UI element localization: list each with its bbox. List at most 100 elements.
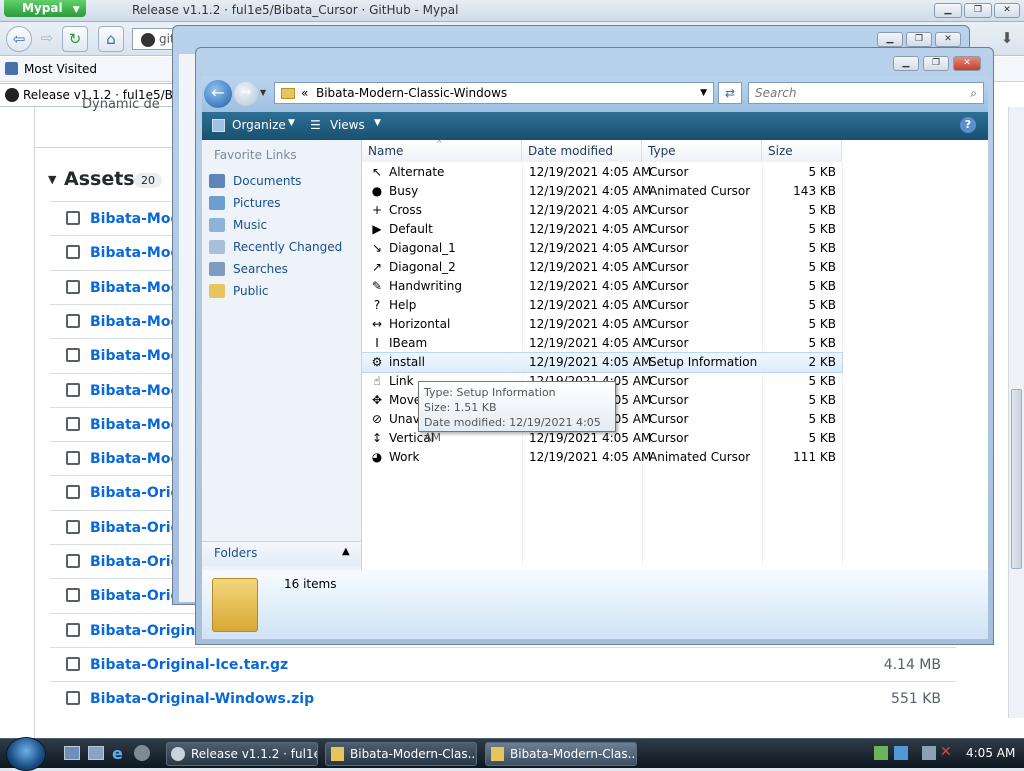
- refresh-button[interactable]: ⇄: [718, 82, 742, 104]
- folders-bar[interactable]: Folders ▲: [202, 541, 361, 566]
- internet-explorer-icon[interactable]: e: [112, 744, 123, 763]
- file-size: 5 KB: [808, 279, 836, 293]
- file-row[interactable]: ● Busy 12/19/2021 4:05 AM Animated Cursor 14…: [362, 182, 842, 201]
- file-row[interactable]: ↔ Horizontal 12/19/2021 4:05 AM Cursor 5 KB: [362, 315, 842, 334]
- file-row[interactable]: ? Help 12/19/2021 4:05 AM Cursor 5 KB: [362, 296, 842, 315]
- taskbar-button[interactable]: Release v1.1.2 · ful1e...: [166, 742, 318, 766]
- file-date: 12/19/2021 4:05 AM: [529, 279, 652, 293]
- home-button[interactable]: ⌂: [98, 26, 124, 52]
- address-path[interactable]: « Bibata-Modern-Classic-Windows ▼: [274, 82, 714, 104]
- file-row[interactable]: ↖ Alternate 12/19/2021 4:05 AM Cursor 5 KB: [362, 163, 842, 182]
- reload-button[interactable]: ↻: [62, 26, 88, 52]
- package-icon: [66, 622, 80, 637]
- asset-name[interactable]: Bibata-Original: [90, 623, 210, 639]
- asset-name[interactable]: Bibata-Mod: [90, 451, 180, 467]
- forward-button[interactable]: ⇨: [34, 26, 60, 52]
- asset-name[interactable]: Bibata-Mod: [90, 348, 180, 364]
- file-date: 12/19/2021 4:05 AM: [529, 203, 652, 217]
- nav-link-recently-changed[interactable]: Recently Changed: [209, 238, 342, 258]
- tray-icon[interactable]: [874, 746, 888, 760]
- asset-name[interactable]: Bibata-Mod: [90, 245, 180, 261]
- assets-heading[interactable]: Assets: [64, 168, 135, 190]
- tooltip-date: Date modified: 12/19/2021 4:05 AM: [424, 416, 601, 444]
- back-button[interactable]: ⇦: [6, 26, 32, 52]
- package-icon: [66, 656, 80, 671]
- nav-link-music[interactable]: Music: [209, 216, 267, 236]
- close-button[interactable]: ✕: [994, 3, 1020, 18]
- forward-button[interactable]: →: [234, 82, 258, 106]
- app-menu-button[interactable]: Mypal ▼: [4, 0, 86, 17]
- window-title: Release v1.1.2 · ful1e5/Bibata_Cursor · …: [132, 3, 459, 17]
- search-input[interactable]: Search ⌕: [748, 82, 984, 104]
- volume-muted-icon[interactable]: ✕: [940, 744, 952, 760]
- download-icon[interactable]: ⬇: [994, 26, 1020, 52]
- asset-name[interactable]: Bibata-Mod: [90, 383, 180, 399]
- file-row[interactable]: ✎ Handwriting 12/19/2021 4:05 AM Cursor 5 KB: [362, 277, 842, 296]
- chevron-down-icon[interactable]: ▼: [260, 88, 266, 97]
- back-button[interactable]: ←: [204, 80, 232, 108]
- asset-name[interactable]: Bibata-Mod: [90, 417, 180, 433]
- scrollbar-thumb[interactable]: [1011, 389, 1022, 569]
- file-name: Diagonal_1: [389, 241, 456, 255]
- chevron-up-icon[interactable]: ▲: [342, 546, 350, 557]
- nav-link-searches[interactable]: Searches: [209, 260, 288, 280]
- organize-button[interactable]: Organize: [232, 118, 286, 132]
- asset-row[interactable]: Bibata-Original-Windows.zip 551 KB: [50, 681, 956, 716]
- taskbar-button-label: Bibata-Modern-Clas...: [350, 747, 477, 761]
- searches-icon: [209, 262, 225, 276]
- explorer-window: ▁ ❐ ✕ ← → ▼ « Bibata-Modern-Classic-Wind…: [195, 47, 994, 645]
- close-button[interactable]: ✕: [935, 32, 961, 47]
- column-header-date[interactable]: Date modified: [522, 140, 642, 162]
- asset-name[interactable]: Bibata-Mod: [90, 211, 180, 227]
- explorer-body: ← → ▼ « Bibata-Modern-Classic-Windows ▼ …: [202, 76, 988, 639]
- file-row[interactable]: ↗ Diagonal_2 12/19/2021 4:05 AM Cursor 5 KB: [362, 258, 842, 277]
- show-desktop-icon[interactable]: [64, 746, 80, 760]
- file-row[interactable]: ↘ Diagonal_1 12/19/2021 4:05 AM Cursor 5 KB: [362, 239, 842, 258]
- nav-link-documents[interactable]: Documents: [209, 172, 301, 192]
- maximize-button[interactable]: ❐: [964, 3, 992, 18]
- maximize-button[interactable]: ❐: [923, 56, 949, 71]
- file-type: Cursor: [649, 279, 689, 293]
- file-size: 5 KB: [808, 241, 836, 255]
- quick-launch-icon[interactable]: [134, 745, 150, 761]
- minimize-button[interactable]: ▁: [893, 56, 919, 71]
- asset-name[interactable]: Bibata-Original-Ice.tar.gz: [90, 657, 288, 673]
- caret-down-icon[interactable]: ▼: [48, 173, 56, 186]
- nav-link-pictures[interactable]: Pictures: [209, 194, 281, 214]
- asset-name[interactable]: Bibata-Mod: [90, 280, 180, 296]
- chevron-down-icon[interactable]: ▼: [374, 118, 381, 128]
- bookmark-most-visited[interactable]: Most Visited: [24, 62, 97, 76]
- minimize-button[interactable]: ▁: [934, 3, 962, 18]
- asset-size: 4.14 MB: [883, 656, 941, 673]
- column-header-size[interactable]: Size: [762, 140, 842, 162]
- asset-name[interactable]: Bibata-Original-Windows.zip: [90, 691, 314, 707]
- taskbar-button[interactable]: Bibata-Modern-Clas...: [485, 742, 637, 766]
- close-button[interactable]: ✕: [953, 56, 981, 71]
- network-icon[interactable]: [922, 746, 936, 760]
- nav-link-public[interactable]: Public: [209, 282, 269, 302]
- cursor-file-icon: +: [371, 203, 383, 217]
- minimize-button[interactable]: ▁: [877, 32, 903, 47]
- file-size: 5 KB: [808, 374, 836, 388]
- clock[interactable]: 4:05 AM: [966, 746, 1015, 760]
- tray-icon[interactable]: [894, 746, 908, 760]
- asset-row[interactable]: Bibata-Original-Ice.tar.gz 4.14 MB: [50, 646, 956, 681]
- chevron-down-icon[interactable]: ▼: [700, 83, 707, 103]
- asset-name[interactable]: Bibata-Mod: [90, 314, 180, 330]
- file-row[interactable]: ◕ Work 12/19/2021 4:05 AM Animated Cursor 11…: [362, 448, 842, 467]
- maximize-button[interactable]: ❐: [906, 32, 932, 47]
- file-row[interactable]: + Cross 12/19/2021 4:05 AM Cursor 5 KB: [362, 201, 842, 220]
- views-button[interactable]: Views: [330, 118, 365, 132]
- column-header-name[interactable]: Name ^: [362, 139, 522, 162]
- file-type: Cursor: [649, 317, 689, 331]
- file-name: Cross: [389, 203, 422, 217]
- file-row[interactable]: ⚙ install 12/19/2021 4:05 AM Setup Informat…: [361, 352, 843, 373]
- taskbar-button[interactable]: Bibata-Modern-Clas...: [325, 742, 477, 766]
- file-row[interactable]: ▶ Default 12/19/2021 4:05 AM Cursor 5 KB: [362, 220, 842, 239]
- help-icon[interactable]: ?: [960, 117, 976, 133]
- start-button[interactable]: [6, 737, 46, 771]
- scrollbar[interactable]: [1008, 107, 1024, 718]
- file-row[interactable]: I IBeam 12/19/2021 4:05 AM Cursor 5 KB: [362, 334, 842, 353]
- column-header-type[interactable]: Type: [642, 140, 762, 162]
- switch-windows-icon[interactable]: [88, 746, 104, 760]
